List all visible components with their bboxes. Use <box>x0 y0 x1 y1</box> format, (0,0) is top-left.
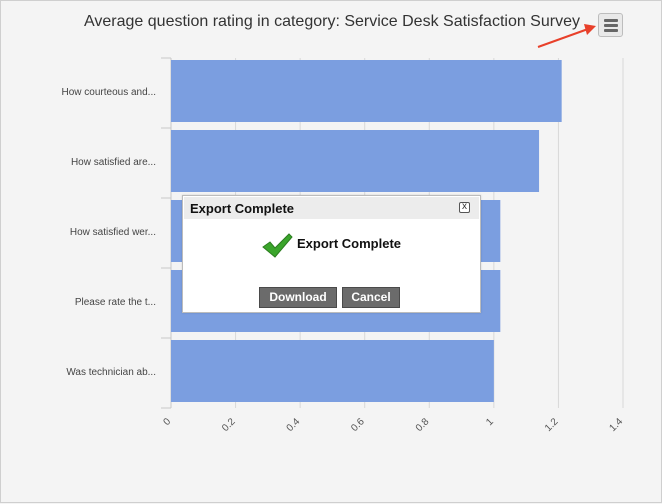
chart-container: Average question rating in category: Ser… <box>0 0 662 503</box>
bar <box>171 130 540 192</box>
x-tick-label: 0 <box>161 416 173 428</box>
checkmark-icon <box>262 233 293 258</box>
x-tick-label: 1 <box>484 416 496 428</box>
category-label: How satisfied wer... <box>70 227 156 238</box>
cancel-button[interactable]: Cancel <box>342 287 400 308</box>
x-tick-label: 0.2 <box>220 416 238 434</box>
dialog-title: Export Complete <box>190 201 295 216</box>
category-label: How courteous and... <box>62 87 157 98</box>
x-tick-label: 0.4 <box>285 416 303 434</box>
x-tick-label: 1.4 <box>608 416 626 434</box>
category-label: Please rate the t... <box>75 297 156 308</box>
close-icon[interactable]: x <box>459 202 470 213</box>
red-arrow-annotation <box>537 24 596 48</box>
category-label: Was technician ab... <box>66 367 156 378</box>
bar <box>171 60 562 122</box>
x-tick-label: 0.8 <box>414 416 432 434</box>
bar <box>171 340 494 402</box>
x-tick-label: 0.6 <box>349 416 367 434</box>
dialog-header: Export Complete x <box>184 197 479 219</box>
dialog-message: Export Complete <box>297 236 402 251</box>
export-complete-dialog: Export Complete x Export Complete Downlo… <box>182 195 481 313</box>
download-button[interactable]: Download <box>259 287 337 308</box>
category-label: How satisfied are... <box>71 157 156 168</box>
chart-menu-button[interactable] <box>598 13 623 37</box>
x-tick-label: 1.2 <box>543 416 561 434</box>
